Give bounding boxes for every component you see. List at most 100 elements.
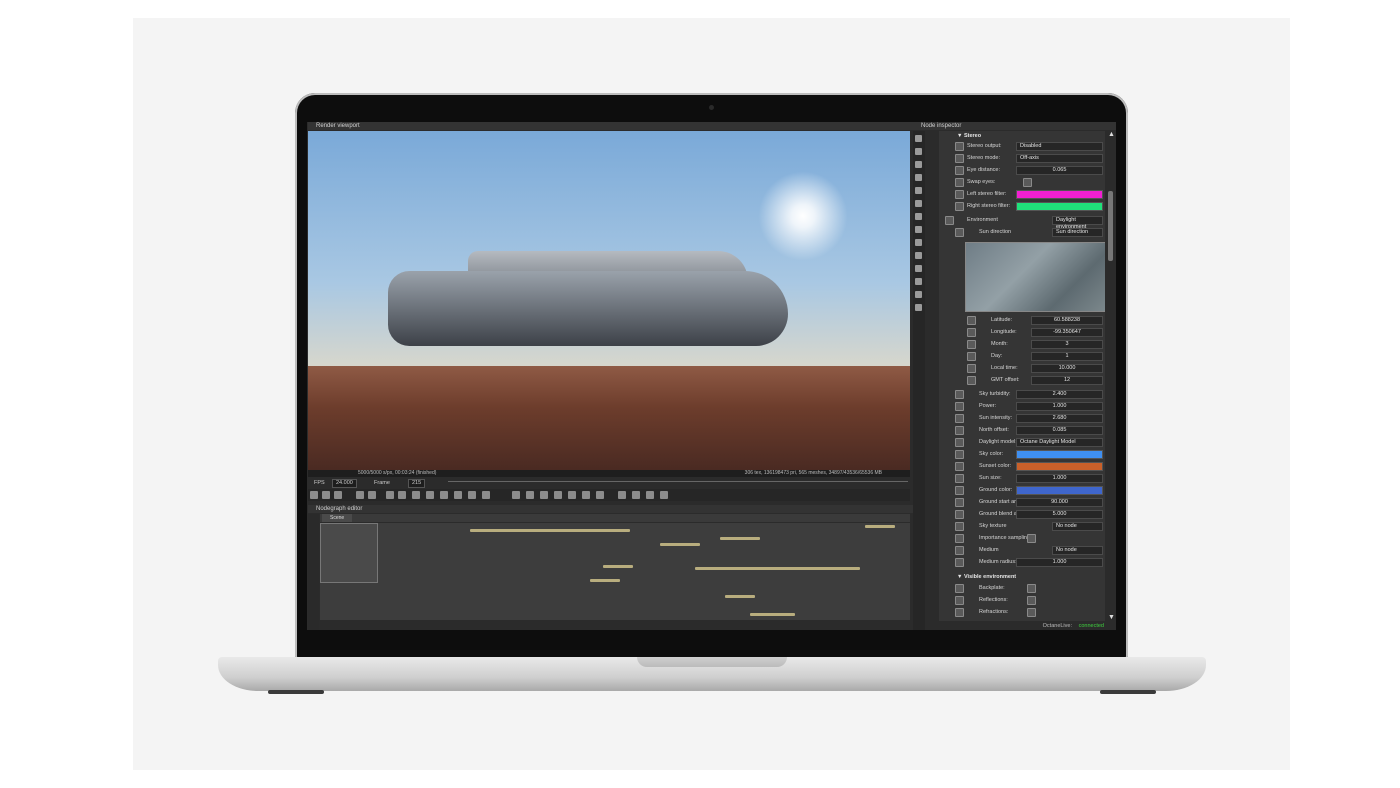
zoom-out-icon[interactable]: [526, 491, 534, 499]
settings-icon[interactable]: [322, 491, 330, 499]
tool-icon[interactable]: [915, 148, 922, 155]
pin-checkbox[interactable]: [955, 402, 964, 411]
scroll-up-icon[interactable]: ▲: [1108, 131, 1115, 138]
tool-icon[interactable]: [915, 174, 922, 181]
tool-icon[interactable]: [915, 304, 922, 311]
inspector-scrollbar[interactable]: ▲ ▼: [1107, 131, 1115, 621]
environment-select[interactable]: Daylight environment: [1052, 216, 1103, 230]
graph-node[interactable]: [470, 529, 630, 532]
stereo-section-heading[interactable]: ▼ Stereo: [957, 131, 981, 141]
pin-checkbox[interactable]: [955, 166, 964, 175]
zoom-in-icon[interactable]: [512, 491, 520, 499]
daylight-model-select[interactable]: Octane Daylight Model: [1016, 438, 1103, 447]
right-filter-swatch[interactable]: [1016, 202, 1103, 211]
reflections-checkbox[interactable]: [1027, 596, 1036, 605]
tool-icon[interactable]: [915, 239, 922, 246]
north-offset-input[interactable]: 0.085: [1016, 426, 1103, 435]
refractions-checkbox[interactable]: [1027, 608, 1036, 617]
pin-checkbox[interactable]: [955, 390, 964, 399]
pin-checkbox[interactable]: [967, 316, 976, 325]
pin-checkbox[interactable]: [955, 426, 964, 435]
move-icon[interactable]: [618, 491, 626, 499]
graph-node[interactable]: [695, 567, 860, 570]
pin-checkbox[interactable]: [955, 510, 964, 519]
filter-icon[interactable]: [596, 491, 604, 499]
gmt-offset-input[interactable]: 12: [1031, 376, 1103, 385]
environment-node-icon[interactable]: [945, 216, 954, 225]
swap-eyes-checkbox[interactable]: [1023, 178, 1032, 187]
stereo-output-select[interactable]: Disabled: [1016, 142, 1103, 151]
pin-checkbox[interactable]: [955, 558, 964, 567]
tool-icon[interactable]: [915, 226, 922, 233]
pin-checkbox[interactable]: [955, 462, 964, 471]
eye-distance-input[interactable]: 0.065: [1016, 166, 1103, 175]
power-input[interactable]: 1.000: [1016, 402, 1103, 411]
visible-environment-heading[interactable]: ▼ Visible environment: [957, 572, 1016, 582]
fps-input[interactable]: 24.000: [332, 479, 357, 488]
tool-icon[interactable]: [915, 278, 922, 285]
medium-radius-input[interactable]: 1.000: [1016, 558, 1103, 567]
pin-checkbox[interactable]: [955, 190, 964, 199]
render-icon[interactable]: [310, 491, 318, 499]
pick-icon[interactable]: [454, 491, 462, 499]
local-time-input[interactable]: 10.000: [1031, 364, 1103, 373]
tool-icon[interactable]: [915, 291, 922, 298]
timeline-slider[interactable]: [448, 481, 908, 488]
fullscreen-icon[interactable]: [646, 491, 654, 499]
pin-checkbox[interactable]: [955, 596, 964, 605]
play-icon[interactable]: [398, 491, 406, 499]
graph-node[interactable]: [660, 543, 700, 546]
pin-checkbox[interactable]: [967, 340, 976, 349]
sky-turbidity-input[interactable]: 2.400: [1016, 390, 1103, 399]
tool-icon[interactable]: [915, 187, 922, 194]
stop-icon[interactable]: [356, 491, 364, 499]
scroll-down-icon[interactable]: ▼: [1108, 614, 1115, 621]
tool-icon[interactable]: [915, 213, 922, 220]
pin-checkbox[interactable]: [955, 450, 964, 459]
sky-texture-select[interactable]: No node: [1052, 522, 1103, 531]
pin-checkbox[interactable]: [967, 376, 976, 385]
camera-icon[interactable]: [482, 491, 490, 499]
pin-checkbox[interactable]: [967, 352, 976, 361]
restart-icon[interactable]: [368, 491, 376, 499]
sun-size-input[interactable]: 1.000: [1016, 474, 1103, 483]
white-balance-icon[interactable]: [468, 491, 476, 499]
stereo-mode-select[interactable]: Off-axis: [1016, 154, 1103, 163]
focus-icon[interactable]: [440, 491, 448, 499]
scroll-thumb[interactable]: [1108, 191, 1113, 261]
graph-node[interactable]: [725, 595, 755, 598]
left-filter-swatch[interactable]: [1016, 190, 1103, 199]
pin-checkbox[interactable]: [955, 498, 964, 507]
rotate-icon[interactable]: [632, 491, 640, 499]
save-icon[interactable]: [568, 491, 576, 499]
tool-icon[interactable]: [915, 200, 922, 207]
tool-icon[interactable]: [915, 135, 922, 142]
tool-icon[interactable]: [915, 252, 922, 259]
latitude-input[interactable]: 60.588238: [1031, 316, 1103, 325]
month-input[interactable]: 3: [1031, 340, 1103, 349]
fit-icon[interactable]: [540, 491, 548, 499]
backplate-checkbox[interactable]: [1027, 584, 1036, 593]
graph-node[interactable]: [720, 537, 760, 540]
pin-checkbox[interactable]: [967, 364, 976, 373]
longitude-input[interactable]: -99.350647: [1031, 328, 1103, 337]
graph-node[interactable]: [750, 613, 795, 616]
pin-checkbox[interactable]: [955, 546, 964, 555]
tab-scene[interactable]: Scene: [322, 514, 353, 522]
pin-checkbox[interactable]: [955, 438, 964, 447]
pin-checkbox[interactable]: [967, 328, 976, 337]
lock-icon[interactable]: [426, 491, 434, 499]
importance-sampling-checkbox[interactable]: [1027, 534, 1036, 543]
sun-intensity-input[interactable]: 2.680: [1016, 414, 1103, 423]
tool-icon[interactable]: [915, 265, 922, 272]
graph-node[interactable]: [865, 525, 895, 528]
axis-icon[interactable]: [660, 491, 668, 499]
pin-checkbox[interactable]: [955, 608, 964, 617]
pin-checkbox[interactable]: [955, 142, 964, 151]
color-icon[interactable]: [334, 491, 342, 499]
ground-color-swatch[interactable]: [1016, 486, 1103, 495]
sun-direction-world-map[interactable]: [965, 242, 1105, 312]
pin-checkbox[interactable]: [955, 522, 964, 531]
copy-icon[interactable]: [554, 491, 562, 499]
pin-checkbox[interactable]: [955, 228, 964, 237]
